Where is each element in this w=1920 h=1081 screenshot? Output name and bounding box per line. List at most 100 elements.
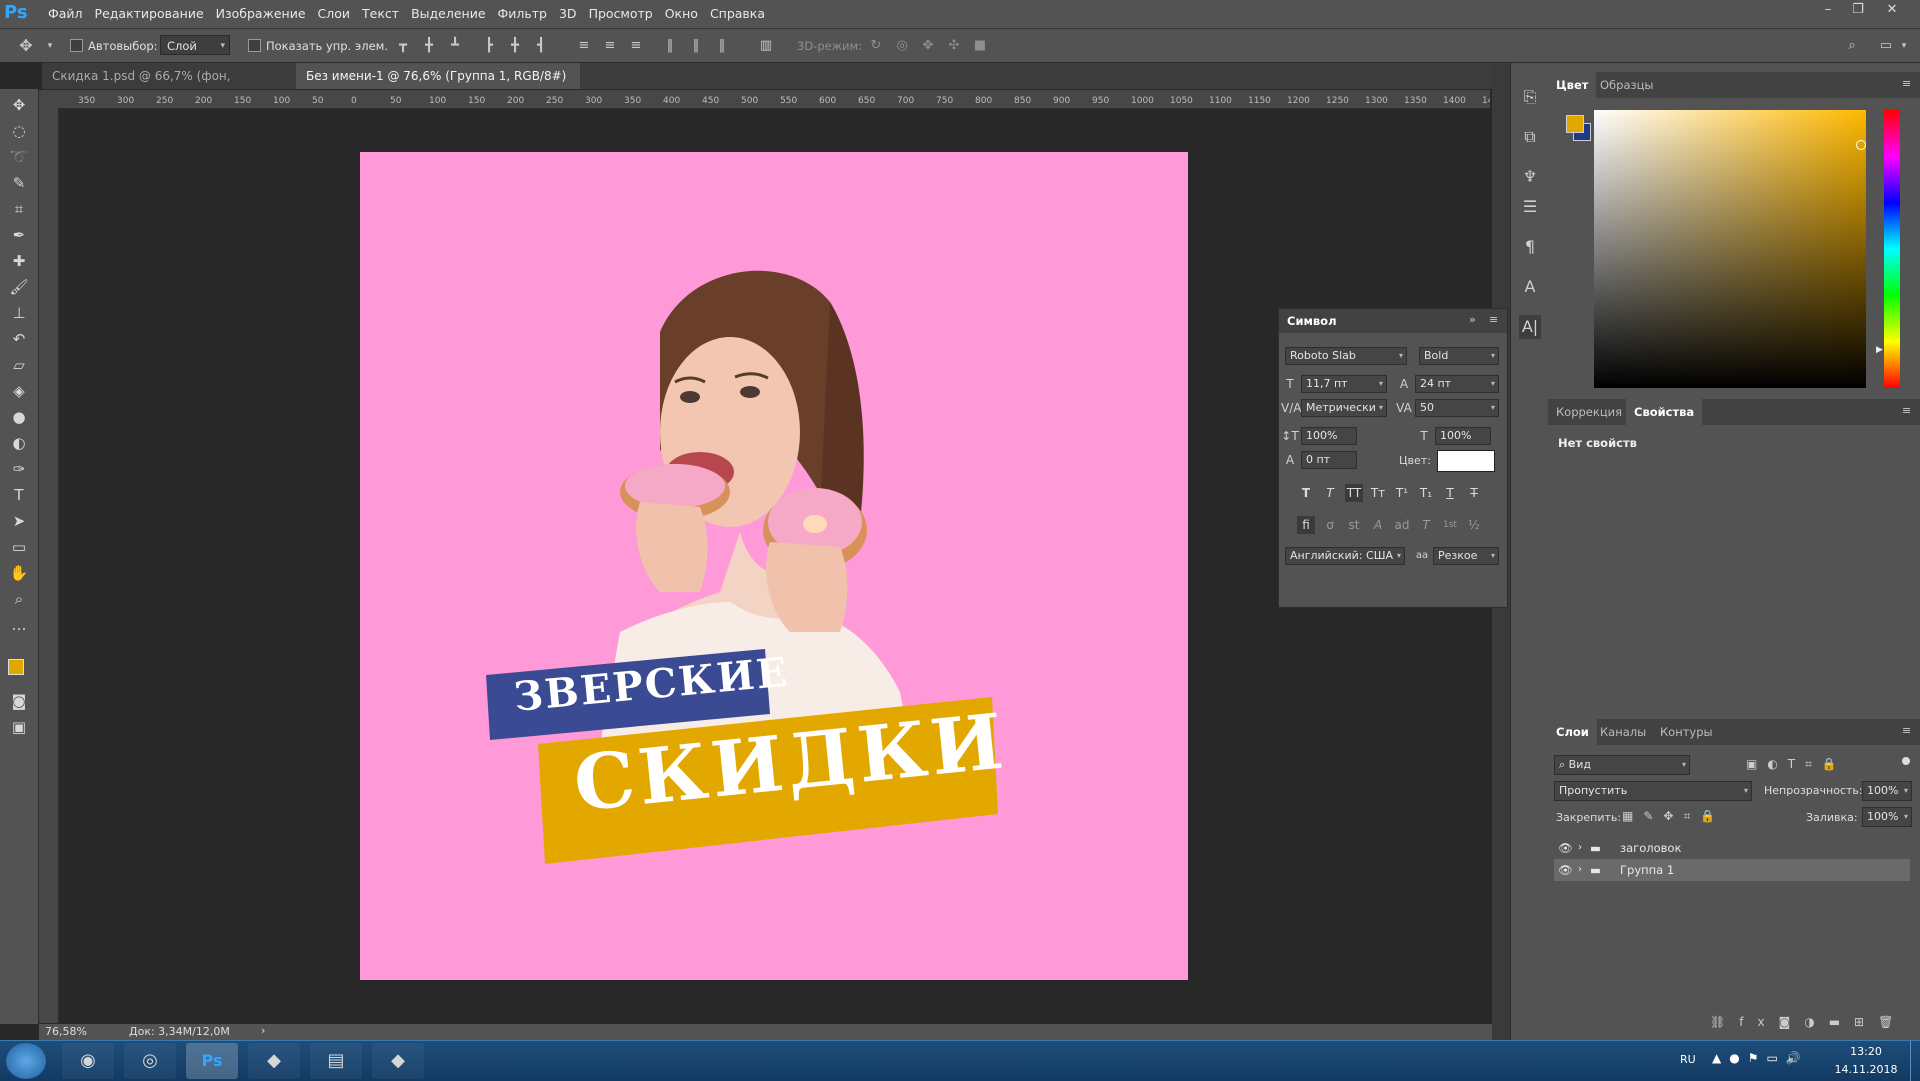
stamp-tool-icon[interactable]: ⊥ [6,301,32,325]
crop-tool-icon[interactable]: ⌗ [6,197,32,221]
clock-time[interactable]: 13:20 [1826,1045,1906,1058]
minimize-button[interactable]: – [1816,0,1840,22]
move-tool-icon[interactable]: ✥ [18,38,34,54]
distribute-right-icon[interactable]: ‖ [714,38,730,54]
explorer-icon[interactable]: ▤ [310,1043,362,1079]
close-window-button[interactable]: ✕ [1880,0,1904,22]
menu-3d[interactable]: 3D [553,0,583,28]
menu-edit[interactable]: Редактирование [89,0,210,28]
hand-tool-icon[interactable]: ✋ [6,561,32,585]
artboard[interactable]: ЗВЕРСКИЕ СКИДКИ [360,152,1188,980]
underline-button[interactable]: T [1441,484,1459,502]
eye-icon[interactable]: 👁 [1558,859,1573,881]
chevron-right-icon[interactable]: › [1578,859,1582,881]
link-icon[interactable]: ⛓ [1710,1015,1739,1029]
more-tools-icon[interactable]: … [6,613,32,637]
distribute-left-icon[interactable]: ‖ [662,38,678,54]
layer-row-gruppa-1[interactable]: 👁 › ▬ Группа 1 [1554,859,1910,881]
menu-view[interactable]: Просмотр [583,0,659,28]
drag-3d-icon[interactable]: ✥ [920,38,936,54]
opacity-field[interactable]: 100% ▾ [1862,781,1912,801]
menu-image[interactable]: Изображение [210,0,312,28]
orbit-3d-icon[interactable]: ↻ [868,38,884,54]
quick-mask-icon[interactable]: ◙ [6,689,32,713]
app4-icon[interactable]: ◆ [248,1043,300,1079]
old-style-button[interactable]: ơ [1321,516,1339,534]
foreground-color-swatch[interactable] [8,659,24,675]
workspace-icon[interactable]: ▭ [1878,38,1894,54]
eye-icon[interactable]: 👁 [1558,837,1573,859]
swash-button[interactable]: st [1345,516,1363,534]
rectangle-tool-icon[interactable]: ▭ [6,535,32,559]
start-button[interactable] [6,1043,46,1079]
lock-icons[interactable]: ▦✎✥⌗🔒 [1622,809,1725,824]
roll-3d-icon[interactable]: ◎ [894,38,910,54]
tab-channels[interactable]: Каналы [1592,719,1654,745]
slide-3d-icon[interactable]: ✣ [946,38,962,54]
camera-3d-icon[interactable]: ■ [972,38,988,54]
adjustment-icon[interactable]: ◑ [1804,1015,1828,1029]
panel-menu-icon[interactable]: ≡ [1902,77,1911,90]
restore-button[interactable]: ❐ [1846,0,1870,22]
path-select-tool-icon[interactable]: ➤ [6,509,32,533]
chevron-right-icon[interactable]: › [1578,837,1582,859]
screen-mode-icon[interactable]: ▣ [6,715,32,739]
superscript-button[interactable]: T¹ [1393,484,1411,502]
panel-menu-icon[interactable]: ≡ [1489,313,1498,326]
language-select[interactable]: Английский: США ▾ [1285,547,1405,565]
status-menu-arrow[interactable]: › [261,1024,265,1037]
titling-alt-button[interactable]: ad [1393,516,1411,534]
clock-date[interactable]: 14.11.2018 [1826,1063,1906,1076]
menu-help[interactable]: Справка [704,0,771,28]
fill-field[interactable]: 100% ▾ [1862,807,1912,827]
blend-mode-select[interactable]: Пропустить ▾ [1554,781,1752,801]
quick-select-tool-icon[interactable]: ✎ [6,171,32,195]
tab-color[interactable]: Цвет [1548,72,1597,98]
trash-icon[interactable]: 🗑 [1878,1015,1907,1029]
subscript-button[interactable]: T₁ [1417,484,1435,502]
fx-icon[interactable]: fx [1739,1015,1778,1029]
align-bottom-icon[interactable]: ┻ [447,38,463,54]
menu-type[interactable]: Текст [356,0,405,28]
antialias-select[interactable]: Резкое ▾ [1433,547,1499,565]
menu-select[interactable]: Выделение [405,0,491,28]
horizontal-ruler[interactable]: 350 300 250 200 150 100 50 0 50 100 150 200 250 300 35… [58,90,1490,109]
dodge-tool-icon[interactable]: ◐ [6,431,32,455]
adjustments-panel-icon[interactable]: ☰ [1519,195,1541,219]
distribute-hcenter-icon[interactable]: ‖ [688,38,704,54]
hue-slider[interactable] [1884,110,1900,388]
character-panel-header[interactable]: Символ » ≡ [1279,309,1507,333]
all-caps-button[interactable]: TT [1345,484,1363,502]
layer-name[interactable]: Группа 1 [1620,859,1674,881]
tab-properties[interactable]: Свойства [1626,399,1703,425]
glyphs-panel-icon[interactable]: A [1519,275,1541,299]
bucket-tool-icon[interactable]: ◈ [6,379,32,403]
filter-toggle[interactable] [1902,757,1910,765]
new-layer-icon[interactable]: ⊞ [1854,1015,1878,1029]
faux-bold-button[interactable]: T [1297,484,1315,502]
vertical-ruler[interactable] [39,108,59,1023]
menu-filter[interactable]: Фильтр [492,0,553,28]
color-field[interactable] [1594,110,1866,388]
doc-size[interactable]: Док: 3,34M/12,0M [129,1025,230,1038]
small-caps-button[interactable]: Tт [1369,484,1387,502]
vertical-scale-field[interactable]: 100% [1301,427,1357,445]
auto-align-icon[interactable]: ▥ [758,38,774,54]
faux-italic-button[interactable]: T [1321,484,1339,502]
font-size-field[interactable]: 11,7 пт ▾ [1301,375,1387,393]
history-panel-icon[interactable]: ⎘ [1519,85,1541,109]
tab-layers[interactable]: Слои [1548,719,1597,745]
tab-paths[interactable]: Контуры [1652,719,1721,745]
blur-tool-icon[interactable]: ● [6,405,32,429]
layer-filter-icons[interactable]: ▣◐T⌗🔒 [1746,757,1847,772]
show-transform-checkbox[interactable] [248,39,261,52]
chrome-icon[interactable]: ◎ [124,1043,176,1079]
clone-source-panel-icon[interactable]: ⧉ [1519,125,1541,149]
align-left-icon[interactable]: ┣ [481,38,497,54]
kerning-field[interactable]: Метрически ▾ [1301,399,1387,417]
ordinals-1st-button[interactable]: 1st [1441,516,1459,534]
paragraph-panel-icon[interactable]: ¶ [1519,235,1541,259]
layer-name[interactable]: заголовок [1620,837,1681,859]
layer-row-zagolovok[interactable]: 👁 › ▬ заголовок [1554,837,1910,859]
show-desktop-button[interactable] [1910,1041,1920,1081]
